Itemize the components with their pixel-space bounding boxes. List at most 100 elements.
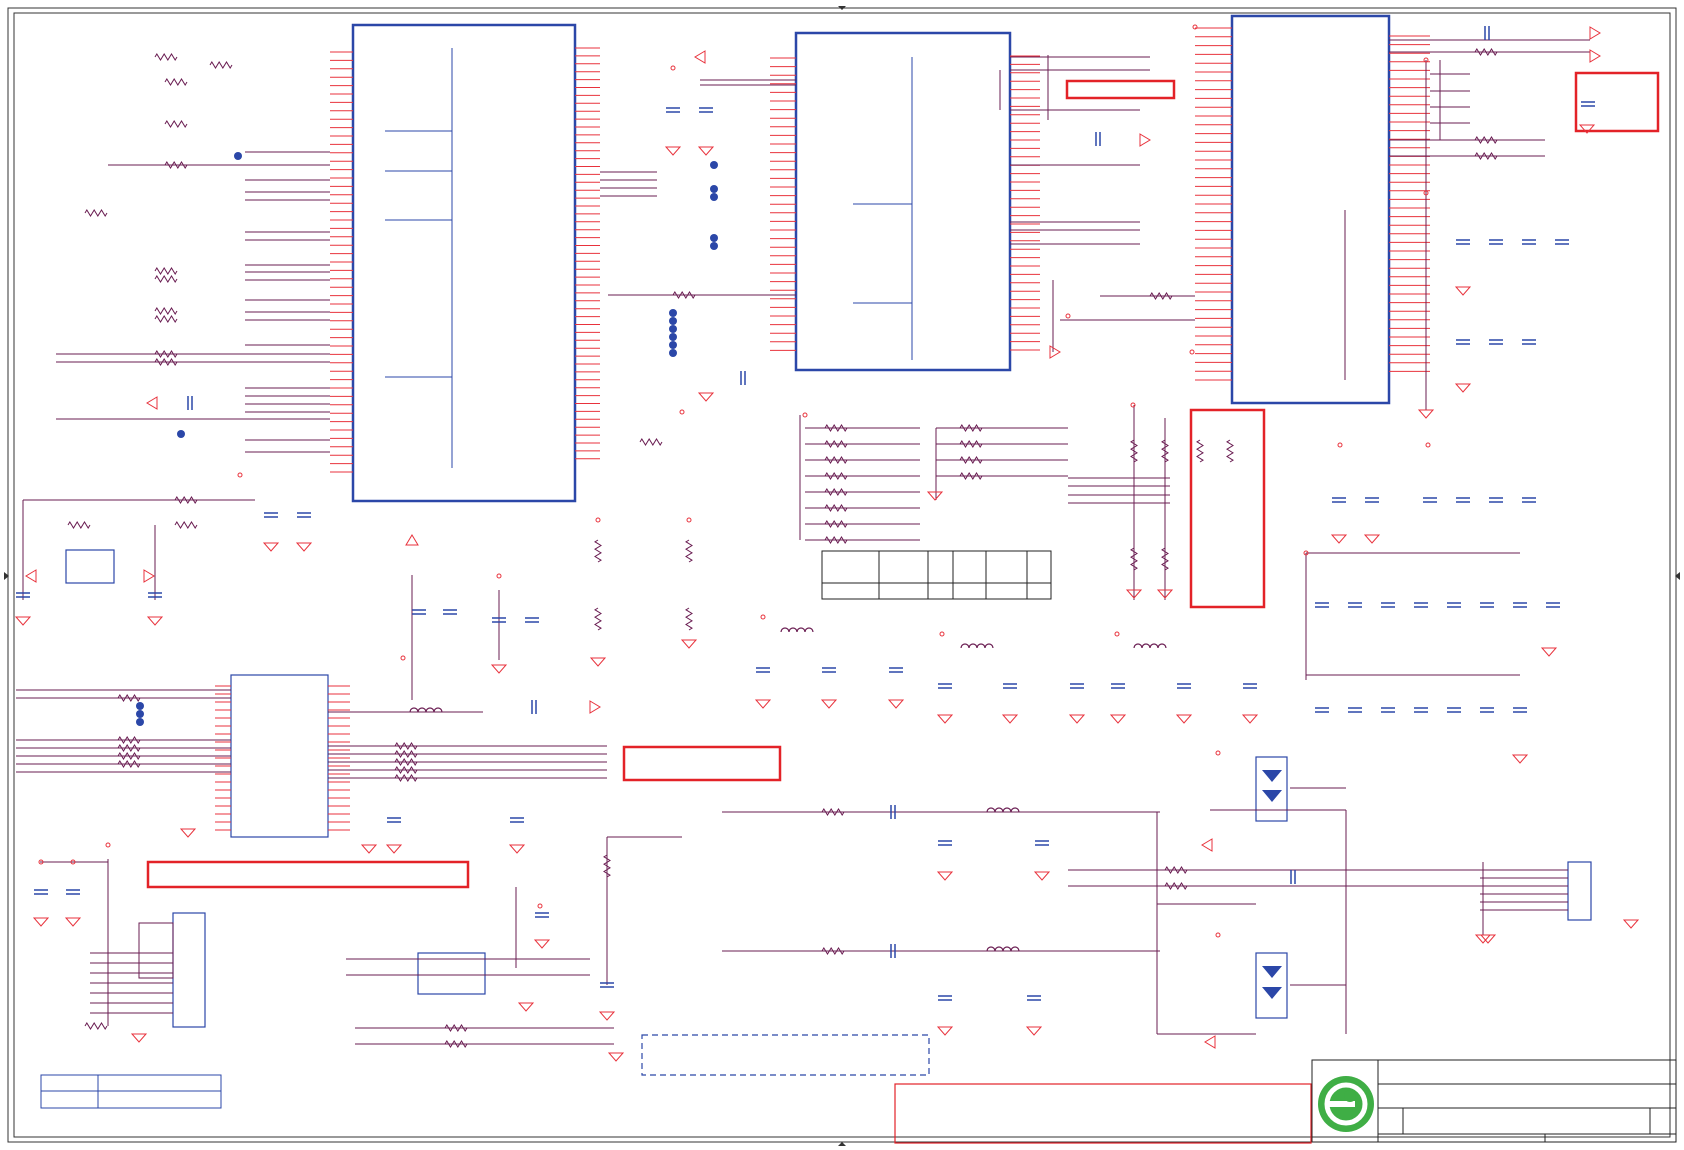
resistor (117, 760, 141, 768)
resistor (1149, 292, 1173, 300)
resistor (117, 752, 141, 760)
resistor (154, 315, 178, 323)
resistor (959, 440, 983, 448)
ground-symbol-icon (926, 491, 944, 501)
ic-u1-left-pins (330, 51, 353, 473)
power-arrow-icon (143, 569, 155, 583)
test-point (802, 412, 808, 418)
highlight-box-revision (894, 1083, 1312, 1144)
ground-symbol-icon (887, 699, 905, 709)
junction-dot (136, 718, 144, 726)
connector-j2 (1567, 861, 1592, 921)
resistor (824, 472, 848, 480)
resistor (685, 607, 693, 631)
crystal-x1 (65, 549, 115, 584)
schematic-sheet (0, 0, 1684, 1150)
junction-dot (710, 234, 718, 242)
inductor (1133, 643, 1167, 649)
power-arrow-icon (694, 50, 706, 64)
test-point (537, 903, 543, 909)
ground-symbol-icon (32, 917, 50, 927)
resistor (1164, 882, 1188, 890)
test-point (595, 517, 601, 523)
resistor (1474, 152, 1498, 160)
power-arrow-icon (25, 569, 37, 583)
config-table (821, 550, 1052, 600)
ground-symbol-icon (820, 699, 838, 709)
resistor (394, 774, 418, 782)
resistor-layer (67, 48, 1498, 1048)
resistor (117, 736, 141, 744)
resistor (824, 424, 848, 432)
ic-u1-right-pins (575, 47, 600, 460)
ic-u2-right-pins (1010, 55, 1040, 351)
inductor (986, 807, 1020, 813)
junction-dot (177, 430, 185, 438)
power-arrow-icon (1204, 1035, 1216, 1049)
ic-u3 (1195, 14, 1430, 405)
resistor (1164, 866, 1188, 874)
schematic-canvas (4, 6, 1680, 1146)
resistor (174, 496, 198, 504)
resistor (164, 120, 188, 128)
border-markers (4, 6, 1680, 1146)
ic-u3-left-pins (1195, 27, 1232, 381)
test-point (105, 842, 111, 848)
ground-symbol-icon (1417, 409, 1435, 419)
highlight-boxes (146, 71, 1660, 1144)
tvs-diode-package-1 (1255, 756, 1288, 822)
ground-symbol-icon (295, 542, 313, 552)
connector-j1 (138, 912, 206, 1028)
highlight-box-bottom-left (146, 860, 470, 889)
resistor (394, 766, 418, 774)
resistor (1196, 439, 1204, 463)
resistor (824, 456, 848, 464)
junction-dot (710, 193, 718, 201)
junction-dot (669, 309, 677, 317)
resistor (594, 607, 602, 631)
small-table (40, 1074, 222, 1109)
ground-symbol-icon (598, 1011, 616, 1021)
resistor (394, 742, 418, 750)
resistor (1474, 48, 1498, 56)
wire-layer (16, 39, 1590, 1045)
test-point (679, 409, 685, 415)
test-point (237, 472, 243, 478)
ground-symbol-icon (130, 1033, 148, 1043)
power-arrow-icon (1139, 133, 1151, 147)
resistor (824, 520, 848, 528)
resistor (154, 267, 178, 275)
resistor (394, 758, 418, 766)
junction-dot (669, 317, 677, 325)
resistor (821, 947, 845, 955)
resistor (959, 424, 983, 432)
junction-dot (669, 349, 677, 357)
ground-symbol-icon (936, 871, 954, 881)
ground-symbol-icon (1241, 714, 1259, 724)
ground-symbol-icon (1033, 871, 1051, 881)
ground-symbol-icon (1109, 714, 1127, 724)
resistor (824, 536, 848, 544)
junction-dot (669, 333, 677, 341)
test-point (1065, 313, 1071, 319)
test-point (1189, 349, 1195, 355)
highlight-box-u2-pins (1065, 79, 1176, 100)
ground-symbol-icon (1479, 934, 1497, 944)
resistor (1226, 439, 1234, 463)
ground-symbol-icon (1068, 714, 1086, 724)
ground-symbol-icon (360, 844, 378, 854)
power-arrow-icon (589, 700, 601, 714)
inductor (986, 946, 1020, 952)
resistor (685, 539, 693, 563)
tvs-diode-icon (1262, 966, 1282, 999)
ground-symbol-icon (1474, 934, 1492, 944)
resistor (84, 209, 108, 217)
ground-symbol-icon (589, 657, 607, 667)
test-point (1114, 631, 1120, 637)
resistor (1161, 439, 1169, 463)
ground-symbol-icon (754, 699, 772, 709)
power-arrow-icon (1589, 49, 1601, 63)
junction-dot (136, 710, 144, 718)
resistor (594, 539, 602, 563)
ground-symbol-icon (490, 664, 508, 674)
